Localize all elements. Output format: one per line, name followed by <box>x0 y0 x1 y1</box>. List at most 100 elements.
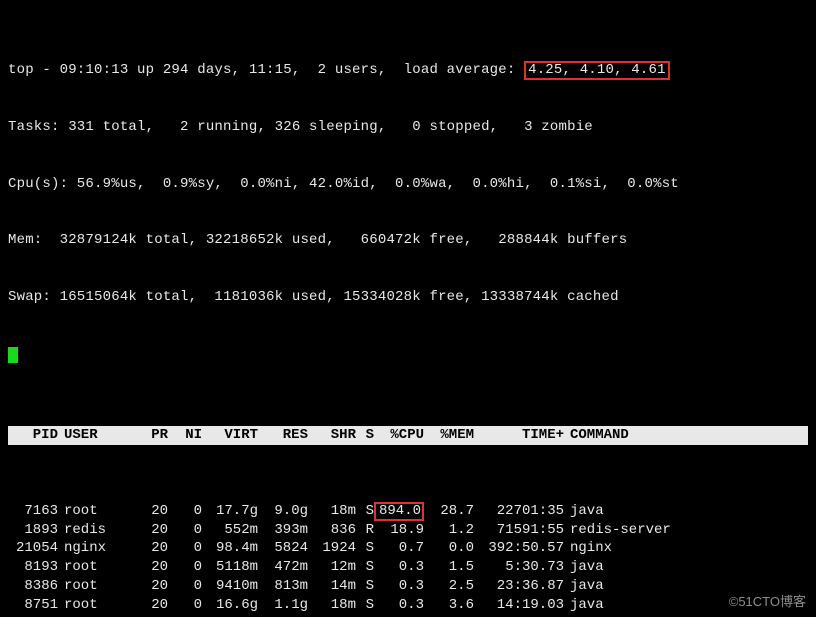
cell-ni: 0 <box>168 558 202 577</box>
cell-time: 5:30.73 <box>474 558 564 577</box>
col-pid: PID <box>8 426 58 445</box>
cell-virt: 16.6g <box>202 596 258 615</box>
col-user: USER <box>58 426 134 445</box>
cell-time: 14:19.03 <box>474 596 564 615</box>
cell-shr: 12m <box>308 558 356 577</box>
cell-mem: 3.6 <box>424 596 474 615</box>
col-virt: VIRT <box>202 426 258 445</box>
table-row: 8386root2009410m813m14mS0.32.523:36.87ja… <box>8 577 808 596</box>
cell-ni: 0 <box>168 521 202 540</box>
cell-time: 23:36.87 <box>474 577 564 596</box>
col-pr: PR <box>134 426 168 445</box>
cell-res: 813m <box>258 577 308 596</box>
table-row: 7163root20017.7g9.0g18mS894.028.722701:3… <box>8 502 808 521</box>
table-row: 8193root2005118m472m12mS0.31.55:30.73jav… <box>8 558 808 577</box>
cell-virt: 17.7g <box>202 502 258 521</box>
terminal-output: top - 09:10:13 up 294 days, 11:15, 2 use… <box>0 0 816 617</box>
summary-cpus: Cpu(s): 56.9%us, 0.9%sy, 0.0%ni, 42.0%id… <box>8 175 808 194</box>
cell-s: S <box>356 558 374 577</box>
cell-pr: 20 <box>134 577 168 596</box>
col-command: COMMAND <box>564 426 808 445</box>
load-average-highlight: 4.25, 4.10, 4.61 <box>524 61 670 80</box>
process-table-header: PID USER PR NI VIRT RES SHR S %CPU %MEM … <box>8 426 808 445</box>
watermark: ©51CTO博客 <box>729 593 806 611</box>
table-row: 8751root20016.6g1.1g18mS0.33.614:19.03ja… <box>8 596 808 615</box>
summary-swap: Swap: 16515064k total, 1181036k used, 15… <box>8 288 808 307</box>
cell-cpu: 0.7 <box>374 539 424 558</box>
cell-res: 472m <box>258 558 308 577</box>
cell-shr: 18m <box>308 502 356 521</box>
cell-cpu: 0.3 <box>374 596 424 615</box>
cell-shr: 836 <box>308 521 356 540</box>
cell-cpu: 18.9 <box>374 521 424 540</box>
cell-mem: 0.0 <box>424 539 474 558</box>
cell-mem: 1.2 <box>424 521 474 540</box>
cell-cmd: nginx <box>564 539 808 558</box>
col-s: S <box>356 426 374 445</box>
cell-pr: 20 <box>134 521 168 540</box>
cell-mem: 28.7 <box>424 502 474 521</box>
cell-shr: 1924 <box>308 539 356 558</box>
cell-cmd: redis-server <box>564 521 808 540</box>
cell-pr: 20 <box>134 502 168 521</box>
cell-pr: 20 <box>134 539 168 558</box>
cell-mem: 2.5 <box>424 577 474 596</box>
table-row: 21054nginx20098.4m58241924S0.70.0392:50.… <box>8 539 808 558</box>
cell-pid: 21054 <box>8 539 58 558</box>
cell-s: S <box>356 577 374 596</box>
cell-res: 393m <box>258 521 308 540</box>
col-cpu: %CPU <box>374 426 424 445</box>
cell-virt: 9410m <box>202 577 258 596</box>
summary-uptime: top - 09:10:13 up 294 days, 11:15, 2 use… <box>8 61 808 80</box>
cell-pid: 8193 <box>8 558 58 577</box>
cell-s: R <box>356 521 374 540</box>
uptime-text: top - 09:10:13 up 294 days, 11:15, 2 use… <box>8 62 524 78</box>
cell-user: root <box>58 502 134 521</box>
process-table-body: 7163root20017.7g9.0g18mS894.028.722701:3… <box>8 502 808 617</box>
summary-mem: Mem: 32879124k total, 32218652k used, 66… <box>8 231 808 250</box>
col-mem: %MEM <box>424 426 474 445</box>
table-row: 1893redis200552m393m836R18.91.271591:55r… <box>8 521 808 540</box>
cell-time: 392:50.57 <box>474 539 564 558</box>
cell-virt: 5118m <box>202 558 258 577</box>
cell-ni: 0 <box>168 577 202 596</box>
cell-pid: 8751 <box>8 596 58 615</box>
cell-ni: 0 <box>168 502 202 521</box>
col-ni: NI <box>168 426 202 445</box>
cell-time: 22701:35 <box>474 502 564 521</box>
cell-shr: 14m <box>308 577 356 596</box>
cell-res: 1.1g <box>258 596 308 615</box>
cell-s: S <box>356 596 374 615</box>
cell-ni: 0 <box>168 596 202 615</box>
cell-pid: 8386 <box>8 577 58 596</box>
cell-user: root <box>58 596 134 615</box>
cell-virt: 98.4m <box>202 539 258 558</box>
cell-pid: 1893 <box>8 521 58 540</box>
cell-user: redis <box>58 521 134 540</box>
cell-pr: 20 <box>134 558 168 577</box>
cell-cpu: 0.3 <box>374 558 424 577</box>
cell-cmd: java <box>564 558 808 577</box>
cell-cpu-highlight: 894.0 <box>374 502 424 521</box>
col-shr: SHR <box>308 426 356 445</box>
cell-user: root <box>58 577 134 596</box>
cell-cpu: 0.3 <box>374 577 424 596</box>
cell-s: S <box>356 539 374 558</box>
cell-cmd: java <box>564 502 808 521</box>
col-res: RES <box>258 426 308 445</box>
cell-time: 71591:55 <box>474 521 564 540</box>
cell-s: S <box>356 502 374 521</box>
cell-res: 5824 <box>258 539 308 558</box>
cell-shr: 18m <box>308 596 356 615</box>
cell-ni: 0 <box>168 539 202 558</box>
cell-user: nginx <box>58 539 134 558</box>
cursor-line <box>8 345 808 370</box>
cell-pid: 7163 <box>8 502 58 521</box>
cell-res: 9.0g <box>258 502 308 521</box>
cell-user: root <box>58 558 134 577</box>
cell-virt: 552m <box>202 521 258 540</box>
summary-tasks: Tasks: 331 total, 2 running, 326 sleepin… <box>8 118 808 137</box>
cursor-icon <box>8 347 18 363</box>
cell-pr: 20 <box>134 596 168 615</box>
col-time: TIME+ <box>474 426 564 445</box>
